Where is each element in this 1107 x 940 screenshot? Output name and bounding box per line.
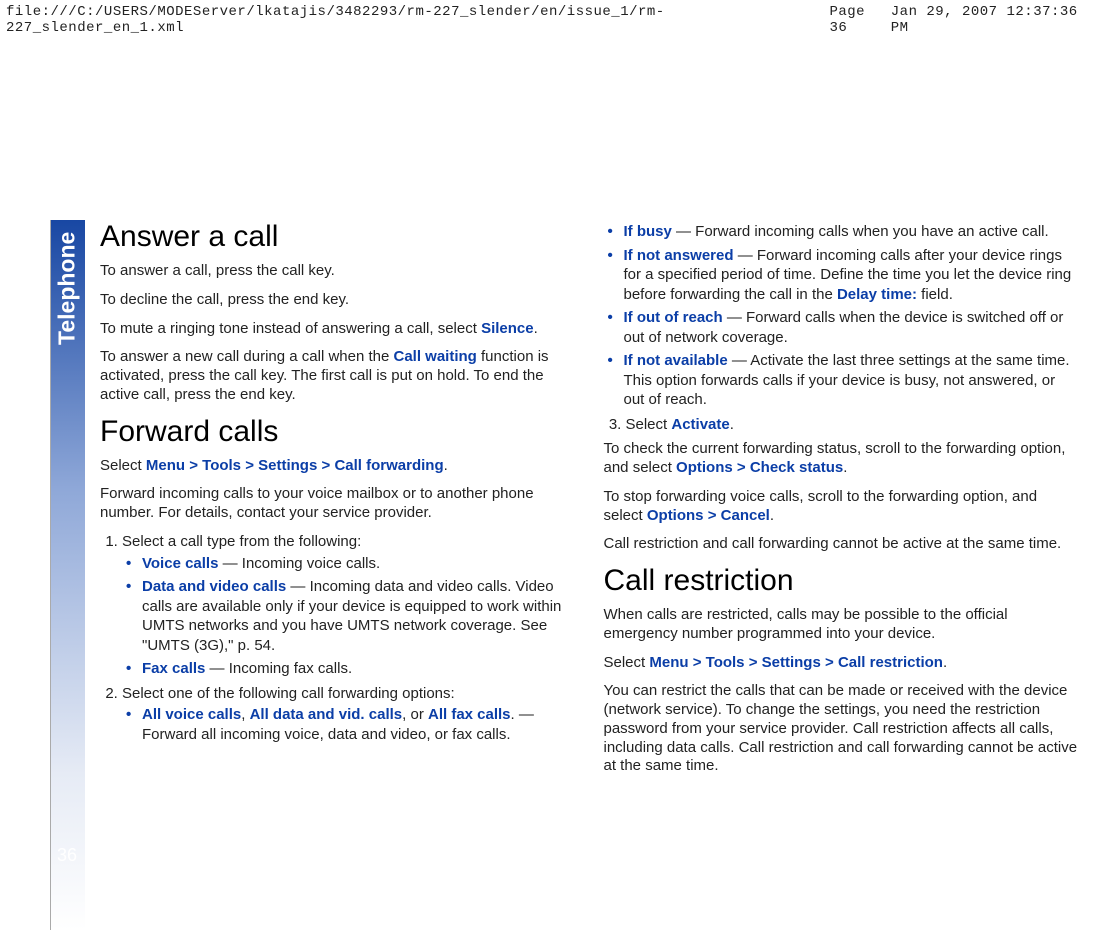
text: . [943, 654, 947, 671]
paragraph: To answer a call, press the call key. [100, 262, 576, 281]
ui-term-if-out-of-reach: If out of reach [624, 309, 723, 326]
text: Select one of the following call forward… [122, 685, 455, 702]
paragraph: To stop forwarding voice calls, scroll t… [604, 488, 1080, 526]
breadcrumb-separator: > [708, 507, 717, 524]
text: . [444, 457, 448, 474]
step-1: Select a call type from the following: V… [122, 533, 576, 679]
ui-term-menu: Menu [649, 654, 688, 671]
breadcrumb-separator: > [693, 654, 702, 671]
ui-term-all-data: All data and vid. calls [250, 706, 403, 723]
paragraph: To answer a new call during a call when … [100, 348, 576, 404]
forward-steps-cont: Select Activate. [604, 416, 1080, 435]
text: To mute a ringing tone instead of answer… [100, 320, 481, 337]
list-item: Fax calls — Incoming fax calls. [142, 659, 576, 679]
print-header: file:///C:/USERS/MODEServer/lkatajis/348… [0, 0, 1107, 40]
ui-term-call-restriction: Call restriction [838, 654, 943, 671]
text: , [241, 706, 249, 723]
text: . [534, 320, 538, 337]
text: — Incoming fax calls. [205, 660, 352, 677]
ui-term-call-forwarding: Call forwarding [334, 457, 443, 474]
text: — Forward incoming calls when you have a… [672, 223, 1049, 240]
list-item: If busy — Forward incoming calls when yo… [624, 222, 1080, 242]
text: . [730, 416, 734, 433]
heading-forward-calls: Forward calls [100, 415, 576, 449]
text: To answer a new call during a call when … [100, 348, 394, 365]
text: — Incoming voice calls. [218, 555, 380, 572]
paragraph: You can restrict the calls that can be m… [604, 682, 1080, 776]
breadcrumb-separator: > [245, 457, 254, 474]
ui-term-cancel: Cancel [721, 507, 770, 524]
paragraph: Forward incoming calls to your voice mai… [100, 485, 576, 523]
list-item: If not available — Activate the last thr… [624, 351, 1080, 410]
paragraph: Select Menu > Tools > Settings > Call re… [604, 654, 1080, 673]
list-item: If not answered — Forward incoming calls… [624, 246, 1080, 305]
ui-term-menu: Menu [146, 457, 185, 474]
forward-options-cont: If busy — Forward incoming calls when yo… [604, 222, 1080, 410]
ui-term-if-not-answered: If not answered [624, 247, 734, 264]
list-item: Data and video calls — Incoming data and… [142, 577, 576, 655]
text: Select [100, 457, 146, 474]
breadcrumb-separator: > [737, 459, 746, 476]
ui-term-options: Options [676, 459, 733, 476]
text: . [770, 507, 774, 524]
ui-term-settings: Settings [762, 654, 821, 671]
paragraph: To check the current forwarding status, … [604, 440, 1080, 478]
ui-term-silence: Silence [481, 320, 534, 337]
paragraph: To decline the call, press the end key. [100, 291, 576, 310]
ui-term-delay-time: Delay time: [837, 286, 917, 303]
ui-term-tools: Tools [706, 654, 745, 671]
text: , or [402, 706, 428, 723]
text: Select [604, 654, 650, 671]
forward-steps: Select a call type from the following: V… [100, 533, 576, 745]
ui-term-settings: Settings [258, 457, 317, 474]
call-types: Voice calls — Incoming voice calls. Data… [122, 554, 576, 679]
breadcrumb-separator: > [749, 654, 758, 671]
heading-call-restriction: Call restriction [604, 564, 1080, 598]
ui-term-voice-calls: Voice calls [142, 555, 218, 572]
print-timestamp: Jan 29, 2007 12:37:36 PM [891, 4, 1101, 36]
breadcrumb-separator: > [189, 457, 198, 474]
text: field. [917, 286, 953, 303]
ui-term-if-busy: If busy [624, 223, 672, 240]
list-item: Voice calls — Incoming voice calls. [142, 554, 576, 574]
ui-term-call-waiting: Call waiting [394, 348, 477, 365]
ui-term-options: Options [647, 507, 704, 524]
text: Select a call type from the following: [122, 533, 361, 550]
page-label: Page 36 [829, 4, 890, 36]
ui-term-if-not-available: If not available [624, 352, 728, 369]
paragraph: When calls are restricted, calls may be … [604, 606, 1080, 644]
file-path: file:///C:/USERS/MODEServer/lkatajis/348… [6, 4, 829, 36]
list-item: If out of reach — Forward calls when the… [624, 308, 1080, 347]
paragraph: Select Menu > Tools > Settings > Call fo… [100, 457, 576, 476]
paragraph: Call restriction and call forwarding can… [604, 535, 1080, 554]
ui-term-fax-calls: Fax calls [142, 660, 205, 677]
forward-options-top: All voice calls, All data and vid. calls… [122, 705, 576, 744]
ui-term-tools: Tools [202, 457, 241, 474]
breadcrumb-separator: > [825, 654, 834, 671]
step-3: Select Activate. [626, 416, 1080, 435]
heading-answer-call: Answer a call [100, 220, 576, 254]
text: Select [626, 416, 672, 433]
right-column: If busy — Forward incoming calls when yo… [604, 220, 1080, 930]
left-column: Answer a call To answer a call, press th… [100, 220, 576, 930]
paragraph: To mute a ringing tone instead of answer… [100, 320, 576, 339]
ui-term-data-video-calls: Data and video calls [142, 578, 286, 595]
ui-term-all-voice: All voice calls [142, 706, 241, 723]
ui-term-check-status: Check status [750, 459, 843, 476]
step-2: Select one of the following call forward… [122, 685, 576, 745]
list-item: All voice calls, All data and vid. calls… [142, 705, 576, 744]
ui-term-activate: Activate [671, 416, 729, 433]
ui-term-all-fax: All fax calls [428, 706, 511, 723]
text: . [843, 459, 847, 476]
breadcrumb-separator: > [322, 457, 331, 474]
